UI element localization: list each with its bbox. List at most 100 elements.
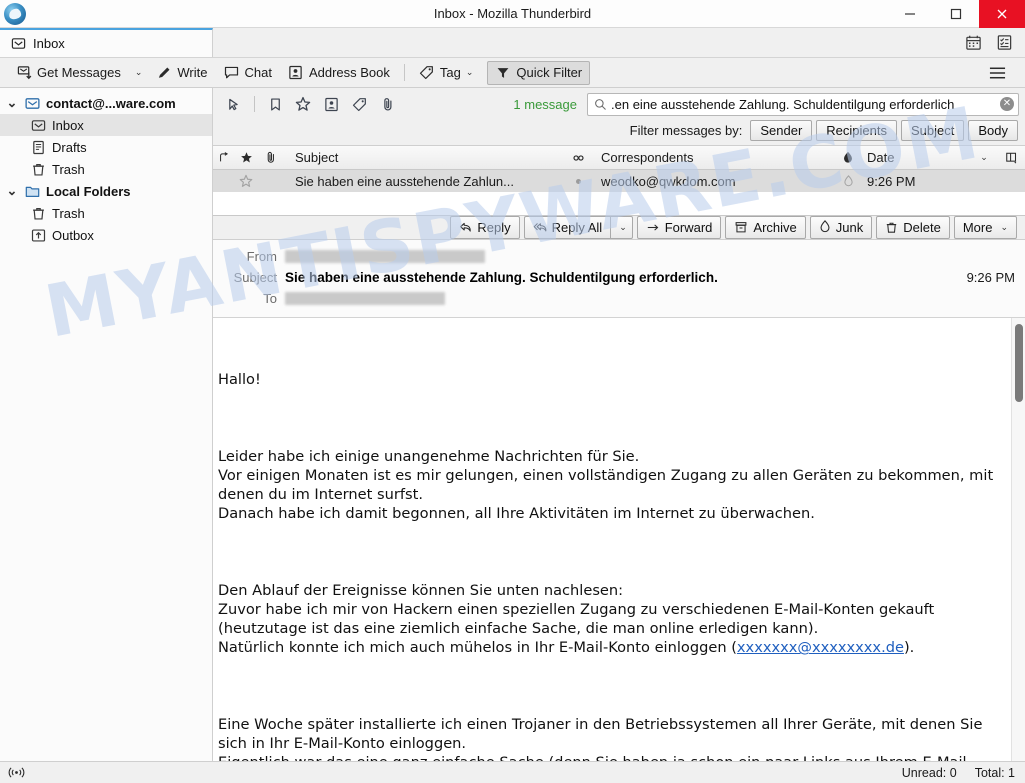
- row-subject-cell[interactable]: Sie haben eine ausstehende Zahlun...: [283, 169, 559, 193]
- junk-column-header[interactable]: [833, 146, 863, 170]
- forward-arrow-icon: [647, 224, 659, 231]
- filter-body-button[interactable]: Body: [968, 120, 1018, 141]
- tag-label: Tag: [439, 65, 461, 80]
- reply-all-dropdown[interactable]: ⌄: [610, 215, 633, 239]
- search-input[interactable]: en eine ausstehende Zahlung. Schuldentil…: [587, 92, 1019, 116]
- contact-filter-icon[interactable]: [318, 93, 344, 115]
- unread-filter-icon[interactable]: [221, 93, 247, 115]
- filter-sender-button[interactable]: Sender: [750, 120, 813, 141]
- to-value-redacted[interactable]: [285, 291, 445, 305]
- reply-button[interactable]: Reply: [450, 215, 520, 239]
- message-body-text: Hallo! Leider habe ich einige unangenehm…: [213, 318, 1011, 761]
- forward-button[interactable]: Forward: [636, 215, 722, 239]
- junk-button[interactable]: Junk: [809, 215, 873, 239]
- row-unread-cell[interactable]: [559, 169, 597, 193]
- status-counts: Unread: 0 Total: 1: [902, 766, 1015, 780]
- folder-icon: [24, 183, 40, 199]
- delete-button[interactable]: Delete: [876, 215, 950, 239]
- inbox-icon: [30, 117, 46, 133]
- app-menu-button[interactable]: [982, 61, 1013, 85]
- connection-icon: [8, 766, 25, 779]
- mail-account-icon: [24, 95, 40, 111]
- trash-icon: [887, 222, 897, 233]
- more-button[interactable]: More ⌄: [953, 215, 1017, 239]
- address-book-button[interactable]: Address Book: [280, 61, 398, 85]
- right-pane: 1 message en eine ausstehende Zahlung. S…: [213, 88, 1025, 761]
- attachment-filter-icon[interactable]: [374, 93, 400, 115]
- minimize-button[interactable]: [887, 0, 933, 28]
- chevron-down-icon: ⌄: [980, 152, 988, 162]
- sidebar-item-label: Trash: [52, 161, 85, 177]
- row-thread-cell: [213, 169, 235, 193]
- sidebar-item-label: Outbox: [52, 227, 94, 243]
- star-filter-icon[interactable]: [290, 93, 316, 115]
- quick-filter-bar: 1 message en eine ausstehende Zahlung. S…: [213, 88, 1025, 146]
- row-star-cell[interactable]: [235, 169, 257, 193]
- column-picker-icon[interactable]: [999, 146, 1025, 170]
- sort-direction-icon[interactable]: ⌄: [969, 146, 999, 170]
- forward-label: Forward: [664, 219, 713, 235]
- hamburger-icon: [989, 67, 1006, 78]
- table-row[interactable]: Sie haben eine ausstehende Zahlun... weo…: [213, 170, 1025, 192]
- filter-recipients-button[interactable]: Recipients: [816, 120, 897, 141]
- calendar-icon[interactable]: [965, 34, 982, 51]
- sidebar-item-outbox[interactable]: Outbox: [0, 224, 212, 246]
- write-button[interactable]: Write: [148, 61, 215, 85]
- toolbar-right: [982, 61, 1017, 85]
- get-messages-button[interactable]: Get Messages: [8, 61, 129, 85]
- tag-filter-icon[interactable]: [346, 93, 372, 115]
- attachment-column-header[interactable]: [257, 146, 283, 170]
- sidebar-item-drafts[interactable]: Drafts: [0, 136, 212, 158]
- correspondents-column-header[interactable]: Correspondents: [597, 146, 833, 170]
- tab-label: Inbox: [33, 36, 65, 51]
- filter-subject-button[interactable]: Subject: [900, 120, 965, 141]
- tab-inbox[interactable]: Inbox: [0, 28, 213, 57]
- star-column-header[interactable]: [235, 146, 257, 170]
- funnel-icon: [495, 65, 511, 81]
- more-label: More: [962, 219, 993, 235]
- chevron-down-icon: ⌄: [619, 221, 627, 232]
- sidebar-item-trash-account[interactable]: Trash: [0, 158, 212, 180]
- starred-bookmark-filter-icon[interactable]: [262, 93, 288, 115]
- tag-button[interactable]: Tag ⌄: [411, 61, 482, 85]
- date-column-header[interactable]: Date: [863, 146, 969, 170]
- clear-icon[interactable]: ✕: [1000, 97, 1014, 111]
- thread-column-header[interactable]: [213, 146, 235, 170]
- subject-column-header[interactable]: Subject: [283, 146, 559, 170]
- junk-flame-icon: [820, 220, 830, 233]
- sidebar-item-local-folders[interactable]: ⌄ Local Folders: [0, 180, 212, 202]
- maximize-button[interactable]: [933, 0, 979, 28]
- row-correspondent-cell[interactable]: weodko@qwkdom.com: [597, 169, 833, 193]
- reply-all-label: Reply All: [551, 219, 603, 235]
- from-label: From: [246, 248, 277, 264]
- tab-bar: Inbox: [0, 28, 1025, 58]
- message-body-scrollbar[interactable]: [1011, 317, 1025, 761]
- tasks-icon[interactable]: [996, 34, 1013, 51]
- chevron-down-icon[interactable]: ⌄: [6, 95, 18, 111]
- search-value[interactable]: en eine ausstehende Zahlung. Schuldentil…: [611, 97, 996, 112]
- correspondents-column-label: Correspondents: [601, 150, 694, 165]
- inbox-icon: [10, 36, 26, 52]
- chat-button[interactable]: Chat: [215, 61, 279, 85]
- sidebar-item-trash-local[interactable]: Trash: [0, 202, 212, 224]
- archive-button[interactable]: Archive: [725, 215, 806, 239]
- get-messages-dropdown[interactable]: ⌄: [129, 61, 149, 85]
- reply-all-icon: [533, 222, 546, 232]
- row-date-cell[interactable]: 9:26 PM: [863, 169, 969, 193]
- chevron-down-icon[interactable]: ⌄: [6, 183, 18, 199]
- reply-all-button[interactable]: Reply All: [523, 215, 611, 239]
- scrollbar-thumb[interactable]: [1015, 323, 1023, 402]
- chevron-down-icon: ⌄: [465, 67, 474, 77]
- sidebar-item-account[interactable]: ⌄ contact@...ware.com: [0, 92, 212, 114]
- unread-column-header[interactable]: [559, 146, 597, 170]
- row-junk-cell[interactable]: [833, 169, 863, 193]
- email-link[interactable]: xxxxxxx@xxxxxxxx.de: [737, 639, 904, 656]
- sidebar-item-inbox[interactable]: Inbox: [0, 114, 212, 136]
- quick-filter-button[interactable]: Quick Filter: [487, 60, 591, 85]
- close-button[interactable]: [979, 0, 1025, 28]
- from-value-redacted[interactable]: [285, 249, 485, 263]
- status-bar: Unread: 0 Total: 1: [0, 761, 1025, 783]
- tabbar-right-icons: [965, 28, 1025, 57]
- message-body-pane: Hallo! Leider habe ich einige unangenehm…: [213, 317, 1025, 761]
- toolbar-separator: [403, 64, 405, 81]
